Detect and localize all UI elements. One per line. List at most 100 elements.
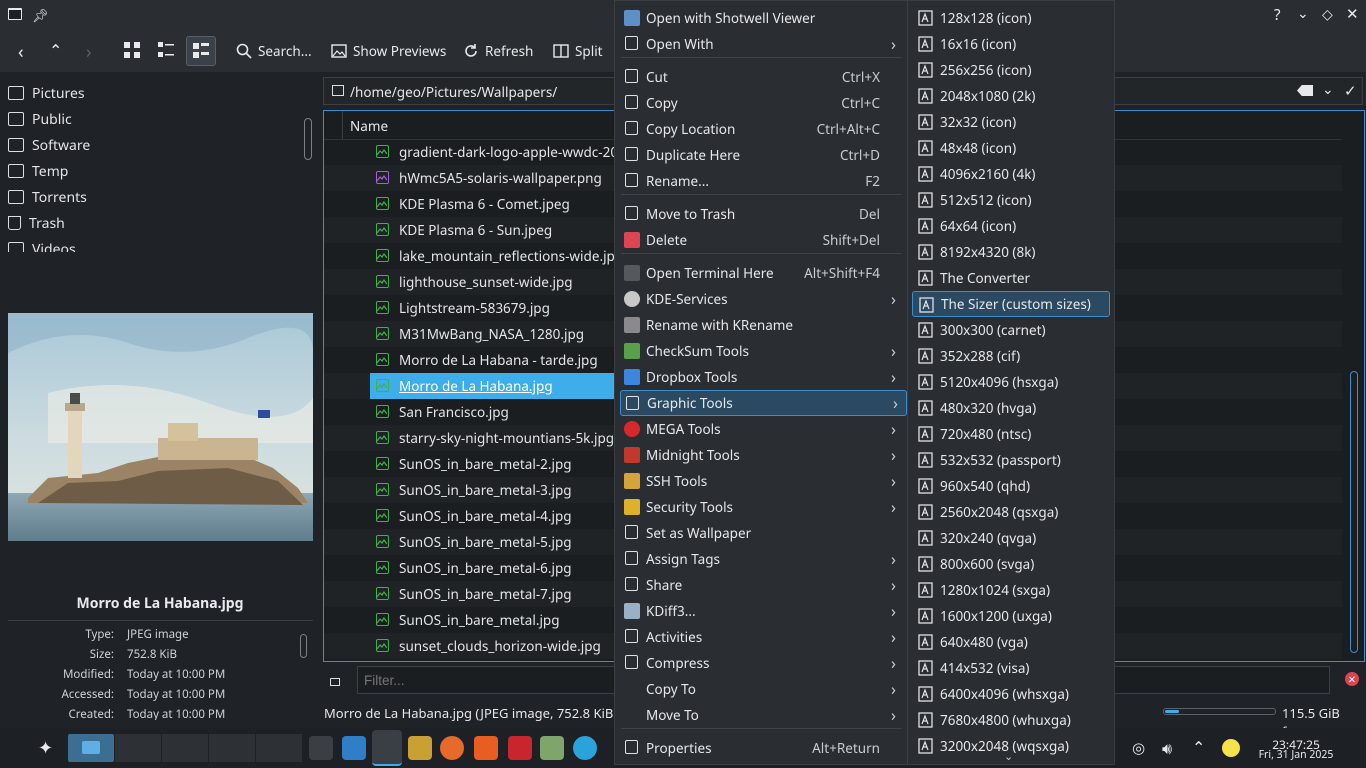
night-light-icon[interactable] (1222, 739, 1240, 757)
minimize-icon[interactable]: ⌄ (1297, 4, 1309, 23)
place-temp[interactable]: Temp (8, 158, 68, 184)
submenu-item[interactable]: 800x600 (svga) (912, 551, 1110, 577)
submenu-item[interactable]: 1600x1200 (uxga) (912, 603, 1110, 629)
menu-item-move-to-trash[interactable]: Move to Trash Del (615, 201, 908, 227)
submenu-item[interactable]: 256x256 (icon) (912, 57, 1110, 83)
details-view-icon[interactable] (186, 36, 216, 66)
menu-item-move-to[interactable]: Move To › (615, 702, 908, 728)
submenu-item[interactable]: 300x300 (carnet) (912, 317, 1110, 343)
submenu-item[interactable]: 3200x2048 (wqsxga) (912, 733, 1110, 759)
submenu-item[interactable]: The Sizer (custom sizes) (912, 291, 1110, 317)
network-icon[interactable] (540, 736, 564, 760)
expand-tray-icon[interactable]: ⌃ (1192, 736, 1205, 758)
refresh-button[interactable]: Refresh (463, 38, 533, 64)
menu-item-share[interactable]: Share › (615, 572, 908, 598)
menu-item-midnight-tools[interactable]: Midnight Tools › (615, 442, 908, 468)
menu-item-duplicate-here[interactable]: Duplicate Here Ctrl+D (615, 142, 908, 168)
submenu-item[interactable]: 128x128 (icon) (912, 5, 1110, 31)
submenu-item[interactable]: 32x32 (icon) (912, 109, 1110, 135)
desktop-2[interactable] (115, 734, 161, 762)
menu-item-set-as-wallpaper[interactable]: Set as Wallpaper (615, 520, 908, 546)
menu-item-ssh-tools[interactable]: SSH Tools › (615, 468, 908, 494)
menu-item-activities[interactable]: Activities › (615, 624, 908, 650)
place-torrents[interactable]: Torrents (8, 184, 87, 210)
menu-item-security-tools[interactable]: Security Tools › (615, 494, 908, 520)
place-videos[interactable]: Videos (8, 236, 76, 252)
compact-view-icon[interactable] (158, 42, 174, 58)
menu-item-kdiff3[interactable]: KDiff3... › (615, 598, 908, 624)
menu-item-rename-with-krename[interactable]: Rename with KRename (615, 312, 908, 338)
rss-icon[interactable] (474, 736, 498, 760)
confirm-location-icon[interactable]: ✓ (1344, 81, 1357, 101)
show-previews-button[interactable]: Show Previews (331, 38, 446, 64)
icons-view-icon[interactable] (124, 42, 140, 58)
submenu-item[interactable]: 480x320 (hvga) (912, 395, 1110, 421)
clear-location-icon[interactable] (1297, 85, 1313, 96)
close-filter-icon[interactable]: ✕ (1345, 672, 1359, 686)
submenu-item[interactable]: 2560x2048 (qsxga) (912, 499, 1110, 525)
up-icon[interactable]: ⌃ (49, 39, 62, 61)
menu-item-open-terminal-here[interactable]: Open Terminal Here Alt+Shift+F4 (615, 260, 908, 286)
submenu-item[interactable]: 720x480 (ntsc) (912, 421, 1110, 447)
menu-item-delete[interactable]: Delete Shift+Del (615, 227, 908, 253)
tray-icon[interactable]: ◎ (1132, 738, 1145, 758)
split-button[interactable]: Split (553, 38, 603, 64)
location-history-icon[interactable]: ⌄ (1322, 80, 1334, 99)
submenu-item[interactable]: 2048x1080 (2k) (912, 83, 1110, 109)
search-button[interactable]: Search... (236, 38, 312, 64)
desktop-4[interactable] (209, 734, 255, 762)
desktop-1[interactable] (68, 734, 114, 762)
place-public[interactable]: Public (8, 106, 72, 132)
place-pictures[interactable]: Pictures (8, 80, 85, 106)
places-scrollbar[interactable] (304, 118, 312, 160)
back-icon[interactable]: ‹ (18, 40, 24, 64)
submenu-item[interactable]: 48x48 (icon) (912, 135, 1110, 161)
menu-item-properties[interactable]: Properties Alt+Return (615, 735, 908, 761)
place-software[interactable]: Software (8, 132, 90, 158)
terminal-icon[interactable] (309, 736, 333, 760)
app-icon[interactable] (408, 736, 432, 760)
lock-icon[interactable] (330, 678, 340, 686)
menu-item-open-with[interactable]: Open With › (615, 31, 908, 57)
menu-item-compress[interactable]: Compress › (615, 650, 908, 676)
store-icon[interactable] (342, 736, 366, 760)
volume-icon[interactable]: 🔊︎ (1162, 737, 1172, 759)
menu-item-kde-services[interactable]: KDE-Services › (615, 286, 908, 312)
menu-item-graphic-tools[interactable]: Graphic Tools › (620, 390, 907, 416)
filezilla-icon[interactable] (508, 736, 532, 760)
info-scrollbar[interactable] (300, 634, 307, 658)
submenu-item[interactable]: 6400x4096 (whsxga) (912, 681, 1110, 707)
menu-item-checksum-tools[interactable]: CheckSum Tools › (615, 338, 908, 364)
menu-item-assign-tags[interactable]: Assign Tags › (615, 546, 908, 572)
desktop-5[interactable] (256, 734, 302, 762)
close-window-icon[interactable]: ✕ (1346, 4, 1359, 24)
menu-item-open-with-shotwell-viewer[interactable]: Open with Shotwell Viewer (615, 5, 908, 31)
submenu-item[interactable]: 414x532 (visa) (912, 655, 1110, 681)
menu-item-copy-to[interactable]: Copy To › (615, 676, 908, 702)
firefox-icon[interactable] (440, 736, 464, 760)
submenu-item[interactable]: 532x532 (passport) (912, 447, 1110, 473)
file-list-scrollbar[interactable] (1350, 371, 1358, 653)
desktop-3[interactable] (162, 734, 208, 762)
submenu-item[interactable]: 1280x1024 (sxga) (912, 577, 1110, 603)
submenu-item[interactable]: 960x540 (qhd) (912, 473, 1110, 499)
submenu-item[interactable]: 64x64 (icon) (912, 213, 1110, 239)
telegram-icon[interactable] (573, 736, 597, 760)
launcher-icon[interactable]: ✦ (38, 736, 53, 760)
help-icon[interactable]: ? (1274, 5, 1281, 25)
submenu-item[interactable]: The Converter (912, 265, 1110, 291)
submenu-item[interactable]: 640x480 (vga) (912, 629, 1110, 655)
clock-date[interactable]: Fri, 31 Jan 2025 (1252, 748, 1340, 762)
submenu-item[interactable]: 7680x4800 (whuxga) (912, 707, 1110, 733)
menu-item-copy[interactable]: Copy Ctrl+C (615, 90, 908, 116)
menu-item-rename[interactable]: Rename... F2 (615, 168, 908, 194)
submenu-item[interactable]: 5120x4096 (hsxga) (912, 369, 1110, 395)
keep-above-icon[interactable]: ◇ (1322, 5, 1333, 24)
menu-item-dropbox-tools[interactable]: Dropbox Tools › (615, 364, 908, 390)
menu-item-mega-tools[interactable]: MEGA Tools › (615, 416, 908, 442)
submenu-item[interactable]: 16x16 (icon) (912, 31, 1110, 57)
submenu-item[interactable]: 4096x2160 (4k) (912, 161, 1110, 187)
place-trash[interactable]: Trash (8, 210, 65, 236)
submenu-item[interactable]: 512x512 (icon) (912, 187, 1110, 213)
submenu-item[interactable]: 320x240 (qvga) (912, 525, 1110, 551)
